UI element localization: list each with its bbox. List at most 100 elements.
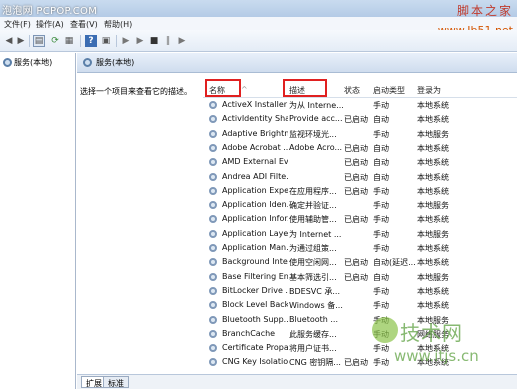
cell-startup: 自动 — [373, 172, 389, 182]
table-row[interactable]: BitLocker Drive ... BDESVC 承... 手动 本地系统 — [203, 284, 517, 298]
cell-logon: 本地服务 — [417, 129, 449, 139]
menu-file[interactable]: 文件(F) — [4, 19, 31, 30]
gear-icon — [3, 58, 12, 67]
service-gear-icon — [209, 115, 217, 124]
highlight-name-column — [205, 79, 241, 97]
column-header-logon-as[interactable]: 登录为 — [417, 85, 441, 96]
gear-icon — [83, 58, 92, 67]
table-row[interactable]: ActiveX Installer ...为从 Interne... 手动 本地系统 — [203, 98, 517, 112]
table-row[interactable]: Adaptive Brightn...监视环境光... 手动 本地服务 — [203, 127, 517, 141]
cell-startup: 手动 — [373, 215, 389, 225]
cell-desc: 为从 Interne... — [289, 101, 343, 110]
cell-status: 已启动 — [344, 158, 368, 168]
start-service-alt-icon[interactable]: ▶ — [134, 35, 146, 47]
table-row[interactable]: Block Level Back...Windows 备... 手动 本地系统 — [203, 298, 517, 312]
cell-startup: 自动 — [373, 158, 389, 168]
cell-logon: 本地服务 — [417, 272, 449, 282]
sort-indicator-icon: ^ — [241, 85, 248, 94]
table-row[interactable]: ActivIdentity Sha...Provide acc...已启动自动 本… — [203, 112, 517, 126]
cell-desc: Adobe Acro... — [289, 142, 343, 152]
stop-service-icon[interactable]: ■ — [148, 35, 160, 47]
tree-item-services-local[interactable]: 服务(本地) — [3, 57, 52, 68]
forward-icon[interactable]: ▶ — [15, 35, 27, 47]
watermark-itjs: 技术网 www.itjs.cn — [370, 315, 510, 377]
title-bar: 泡泡网 PCPOP.COM 脚本之家 — [0, 0, 517, 18]
start-service-icon[interactable]: ▶ — [120, 35, 132, 47]
menu-view[interactable]: 查看(V) — [70, 19, 98, 30]
cell-desc: 此服务缓存... — [289, 329, 337, 339]
cell-startup: 自动 — [373, 143, 389, 153]
table-row[interactable]: Application Man... 为通过组策... 手动 本地系统 — [203, 241, 517, 255]
table-row[interactable]: Andrea ADI Filte... 已启动 自动 本地系统 — [203, 170, 517, 184]
cell-logon: 本地服务 — [417, 229, 449, 239]
table-row[interactable]: AMD External Ev... 已启动自动 本地系统 — [203, 155, 517, 169]
menu-action[interactable]: 操作(A) — [36, 19, 64, 30]
table-row[interactable]: Application Iden... 确定并验证... 手动 本地服务 — [203, 198, 517, 212]
cell-logon: 本地系统 — [417, 143, 449, 153]
console-tree: 服务(本地) — [0, 53, 76, 389]
cell-status: 已启动 — [344, 115, 368, 125]
cell-status: 已启动 — [344, 186, 368, 196]
table-header: 名称 ^ 描述 状态 启动类型 登录为 — [203, 82, 517, 98]
table-row[interactable]: Application Laye...为 Internet ... 手动 本地服务 — [203, 227, 517, 241]
pause-service-icon[interactable]: ‖ — [162, 35, 174, 47]
table-row[interactable]: Base Filtering En...基本筛选引... 已启动自动 本地服务 — [203, 270, 517, 284]
service-gear-icon — [209, 101, 217, 109]
watermark-itjs-url: www.itjs.cn — [394, 347, 479, 365]
toolbar-divider — [116, 35, 117, 47]
cell-desc: 在应用程序... — [289, 186, 337, 196]
cell-name: Base Filtering En... — [222, 271, 288, 281]
table-row[interactable]: Application Infor... 使用辅助管... 已启动 手动 本地系统 — [203, 212, 517, 226]
service-gear-icon — [209, 258, 217, 267]
cell-startup: 手动 — [373, 244, 389, 253]
properties-icon[interactable]: ▣ — [100, 35, 112, 47]
cell-logon: 本地系统 — [417, 286, 449, 296]
cell-name: Background Inte... — [222, 257, 288, 267]
cell-logon: 本地系统 — [417, 115, 449, 125]
service-gear-icon — [209, 301, 217, 310]
cell-logon: 本地系统 — [417, 244, 449, 253]
cell-logon: 本地系统 — [417, 186, 449, 196]
cell-logon: 本地系统 — [417, 258, 449, 268]
service-gear-icon — [209, 358, 217, 367]
description-prompt: 选择一个项目来查看它的描述。 — [80, 87, 192, 96]
tab-standard[interactable]: 标准 — [103, 376, 129, 388]
cell-desc: 确定并验证... — [289, 201, 337, 211]
cell-logon: 本地系统 — [417, 172, 449, 182]
cell-name: ActivIdentity Sha... — [222, 114, 288, 124]
cell-desc: 使用空闲网... — [289, 258, 337, 268]
table-row[interactable]: Adobe Acrobat ... Adobe Acro... 已启动 自动 本地系统 — [203, 141, 517, 155]
service-gear-icon — [209, 143, 217, 152]
panel-header: 服务(本地) — [77, 53, 517, 73]
table-row[interactable]: Background Inte...使用空闲网... 已启动自动(延迟...本地系… — [203, 255, 517, 269]
restart-service-icon[interactable]: ▶ — [176, 35, 188, 47]
service-gear-icon — [209, 229, 217, 238]
cell-status: 已启动 — [344, 358, 368, 368]
service-gear-icon — [209, 129, 217, 138]
column-header-startup-type[interactable]: 启动类型 — [373, 85, 405, 96]
export-icon[interactable]: ▦ — [63, 35, 75, 47]
cell-status: 已启动 — [344, 272, 368, 282]
console-tree-icon[interactable]: ▤ — [33, 35, 45, 47]
description-pane: 选择一个项目来查看它的描述。 — [77, 74, 203, 374]
table-row[interactable]: Application Expe...在应用程序... 已启动手动 本地系统 — [203, 184, 517, 198]
cell-name: Adaptive Brightn... — [222, 128, 288, 138]
cell-name: Bluetooth Supp... — [222, 314, 288, 324]
toolbar-divider — [29, 35, 30, 47]
tree-item-label: 服务(本地) — [14, 58, 53, 67]
toolbar-divider — [80, 35, 81, 47]
column-header-status[interactable]: 状态 — [344, 85, 360, 96]
service-gear-icon — [209, 172, 217, 181]
cell-name: Application Infor... — [222, 214, 288, 224]
cell-status: 已启动 — [344, 172, 368, 182]
back-icon[interactable]: ◀ — [3, 35, 15, 47]
help-icon[interactable]: ? — [85, 35, 97, 47]
cell-name: ActiveX Installer ... — [222, 100, 288, 109]
toolbar: ◀ ▶ ▤ ⟳ ▦ ? ▣ ▶ ▶ ■ ‖ ▶ — [0, 30, 517, 52]
cell-status: 已启动 — [344, 143, 368, 153]
menu-help[interactable]: 帮助(H) — [104, 19, 132, 30]
refresh-icon[interactable]: ⟳ — [49, 35, 61, 47]
cell-desc: 使用辅助管... — [289, 215, 337, 225]
cell-name: BitLocker Drive ... — [222, 285, 288, 295]
cell-name: Application Expe... — [222, 185, 288, 195]
